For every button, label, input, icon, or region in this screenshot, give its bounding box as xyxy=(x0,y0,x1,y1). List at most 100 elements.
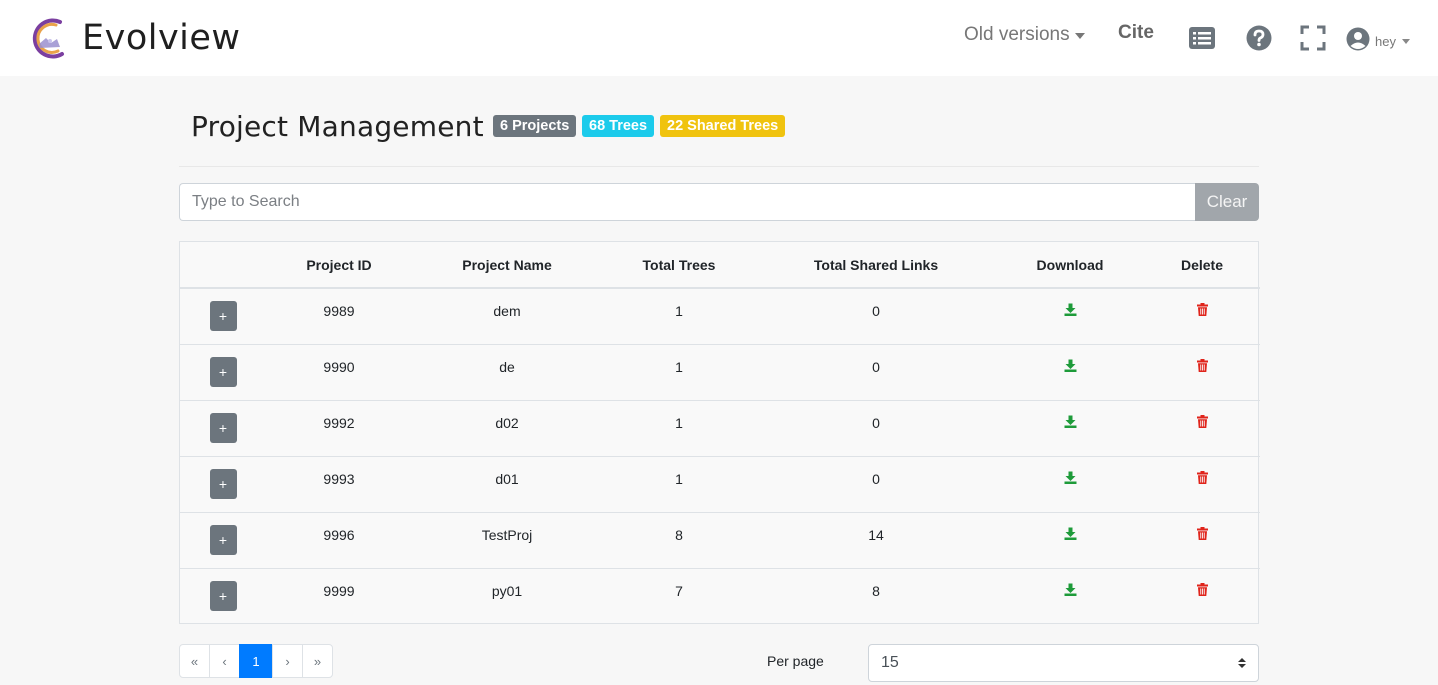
column-header-delete: Delete xyxy=(1144,242,1260,289)
nav-right: Old versions Cite hey xyxy=(0,0,1438,76)
trash-icon[interactable] xyxy=(1196,582,1208,596)
current-page-button[interactable]: 1 xyxy=(239,644,273,678)
expand-cell: + xyxy=(180,568,266,624)
table-row: +9999 py01 7 8 xyxy=(180,568,1260,624)
search-input[interactable] xyxy=(179,183,1196,221)
help-icon[interactable] xyxy=(1245,24,1273,52)
project-name-cell: d01 xyxy=(412,456,602,513)
download-icon[interactable] xyxy=(1064,471,1077,484)
expand-row-button[interactable]: + xyxy=(209,580,237,611)
first-page-button[interactable]: « xyxy=(179,644,210,678)
prev-page-button[interactable]: ‹ xyxy=(209,644,240,678)
navbar: Evolview Old versions Cite hey xyxy=(0,0,1438,76)
user-name: hey xyxy=(1375,33,1396,49)
table-row: +9993 d01 1 0 xyxy=(180,456,1260,513)
clear-search-button[interactable]: Clear xyxy=(1195,183,1259,221)
caret-down-icon xyxy=(1401,38,1410,44)
total-shared-links-cell: 0 xyxy=(756,456,996,513)
projects-table: Project ID Project Name Total Trees Tota… xyxy=(179,241,1260,624)
project-id-cell: 9993 xyxy=(266,456,412,513)
trash-icon[interactable] xyxy=(1196,303,1208,316)
project-name-cell: de xyxy=(412,344,602,401)
per-page-label: Per page xyxy=(767,653,824,669)
column-header-project-name[interactable]: Project Name xyxy=(412,242,602,289)
expand-cell: + xyxy=(180,400,266,457)
delete-cell xyxy=(1144,288,1260,345)
total-trees-cell: 1 xyxy=(602,456,756,513)
total-trees-cell: 7 xyxy=(675,582,683,599)
expand-row-button[interactable]: + xyxy=(209,301,237,331)
total-trees-cell: 1 xyxy=(602,344,756,401)
caret-down-icon xyxy=(1074,33,1085,39)
delete-cell xyxy=(1144,512,1260,569)
download-cell xyxy=(996,400,1144,457)
fullscreen-icon[interactable] xyxy=(1299,24,1327,52)
expand-cell: + xyxy=(180,512,266,569)
project-name-cell: dem xyxy=(412,288,602,345)
expand-row-button[interactable]: + xyxy=(209,356,237,387)
per-page-value: 15 xyxy=(881,654,899,671)
total-trees-cell: 1 xyxy=(602,288,756,345)
project-id-cell: 9996 xyxy=(266,512,412,569)
trash-icon[interactable] xyxy=(1196,414,1208,428)
user-menu[interactable]: hey xyxy=(1346,27,1410,51)
table-row: +9990 de 1 0 xyxy=(180,344,1260,401)
cite-link[interactable]: Cite xyxy=(1118,22,1154,44)
table-row: +9996 TestProj 8 14 xyxy=(180,512,1260,569)
expand-row-button[interactable]: + xyxy=(209,412,237,443)
delete-cell xyxy=(1144,400,1260,457)
table-header-row: Project ID Project Name Total Trees Tota… xyxy=(180,242,1260,289)
delete-cell xyxy=(1144,456,1260,513)
pagination: « ‹ 1 › » xyxy=(179,644,333,678)
project-name-cell: d02 xyxy=(412,400,602,457)
table-row: +9989 dem 1 0 xyxy=(180,288,1260,345)
project-id-cell: 9990 xyxy=(266,344,412,401)
project-id-cell: 9989 xyxy=(266,288,412,345)
total-shared-links-cell: 0 xyxy=(756,344,996,401)
old-versions-dropdown[interactable]: Old versions xyxy=(964,24,1085,46)
column-header-project-id[interactable]: Project ID xyxy=(266,242,412,289)
trees-count-badge: 68 Trees xyxy=(582,115,655,137)
download-cell xyxy=(996,512,1144,569)
last-page-button[interactable]: » xyxy=(302,644,333,678)
trash-icon[interactable] xyxy=(1196,470,1208,484)
shared-trees-count-badge: 22 Shared Trees xyxy=(660,115,786,137)
project-id-cell: 9992 xyxy=(266,400,412,457)
download-icon[interactable] xyxy=(1064,303,1077,316)
column-header-download: Download xyxy=(996,242,1144,289)
download-cell xyxy=(996,288,1144,345)
total-shared-links-cell: 8 xyxy=(872,582,880,599)
delete-cell xyxy=(1144,568,1260,624)
expand-row-button[interactable]: + xyxy=(209,524,237,555)
expand-cell: + xyxy=(180,456,266,513)
download-icon[interactable] xyxy=(1064,583,1077,596)
project-id-cell: 9999 xyxy=(323,582,355,599)
download-cell xyxy=(996,456,1144,513)
total-shared-links-cell: 0 xyxy=(756,288,996,345)
select-arrows-icon xyxy=(1238,658,1246,668)
trash-icon[interactable] xyxy=(1196,526,1208,540)
column-header-total-trees[interactable]: Total Trees xyxy=(602,242,756,289)
download-icon[interactable] xyxy=(1064,359,1077,372)
total-shared-links-cell: 14 xyxy=(756,512,996,569)
user-circle-icon xyxy=(1346,27,1370,51)
download-icon[interactable] xyxy=(1064,527,1077,540)
delete-cell xyxy=(1144,344,1260,401)
download-icon[interactable] xyxy=(1064,415,1077,428)
download-cell xyxy=(996,568,1144,624)
expand-cell: + xyxy=(180,288,266,345)
project-name-cell: py01 xyxy=(491,582,523,599)
projects-count-badge: 6 Projects xyxy=(493,115,577,137)
next-page-button[interactable]: › xyxy=(272,644,303,678)
divider xyxy=(179,166,1259,167)
list-icon[interactable] xyxy=(1188,24,1216,52)
total-trees-cell: 8 xyxy=(602,512,756,569)
column-header-total-shared-links[interactable]: Total Shared Links xyxy=(756,242,996,289)
download-cell xyxy=(996,344,1144,401)
trash-icon[interactable] xyxy=(1196,358,1208,372)
total-shared-links-cell: 0 xyxy=(756,400,996,457)
per-page-select[interactable]: 15 xyxy=(868,644,1259,682)
table-row: +9992 d02 1 0 xyxy=(180,400,1260,457)
expand-row-button[interactable]: + xyxy=(209,468,237,499)
expand-cell: + xyxy=(180,344,266,401)
